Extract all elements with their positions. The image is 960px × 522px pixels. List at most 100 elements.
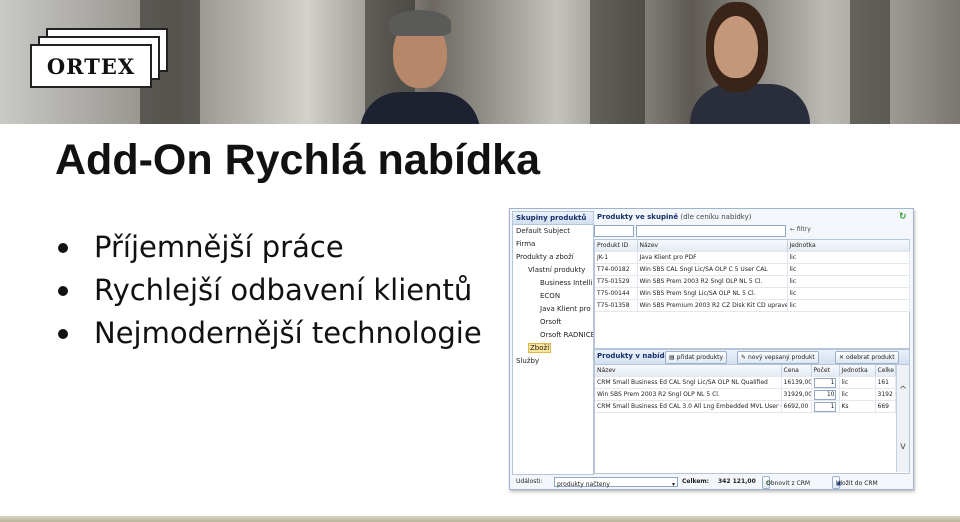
products-subtitle: (dle ceníku nabídky) — [680, 213, 752, 221]
cell: CRM Small Business Ed CAL Sngl Lic/SA OL… — [595, 376, 782, 389]
cell: lic — [839, 388, 876, 401]
refresh-icon[interactable]: ↻ — [899, 213, 908, 222]
status-bar: Události: produkty načteny ▾ Celkem: 342 … — [512, 475, 910, 489]
tree-item[interactable]: Produkty a zboží — [513, 251, 593, 264]
tree-item[interactable]: Firma — [513, 238, 593, 251]
cell: Ks — [839, 400, 876, 413]
bullet-dot-icon — [58, 285, 68, 296]
offer-header-row: Název Cena Počet Jednotka Celke — [595, 365, 896, 377]
offer-scrollbar[interactable]: ^ v — [896, 365, 909, 472]
column-header[interactable]: Název — [637, 240, 788, 252]
refresh-from-crm-button[interactable]: ↻ Obnovit z CRM — [762, 476, 810, 489]
table-row[interactable]: CRM Small Business Ed CAL 3.0 All Lng Em… — [595, 400, 896, 413]
product-groups-tree: Default Subject Firma Produkty a zboží V… — [513, 225, 593, 368]
cell: 6692,00 — [781, 400, 812, 413]
bullet-item: Rychlejší odbavení klientů — [58, 269, 482, 312]
button-label: odebrat produkt — [845, 354, 895, 361]
quantity-input[interactable]: 10 — [813, 389, 836, 400]
table-row[interactable]: Win SBS Prem 2003 R2 Sngl OLP NL 5 Cl. 31… — [595, 388, 896, 401]
product-name-filter-input[interactable] — [636, 225, 786, 237]
ortex-logo: ORTEX — [30, 28, 170, 88]
tree-item-label: Zboží — [528, 343, 552, 353]
products-area: Produkty ve skupině (dle ceníku nabídky)… — [594, 211, 910, 474]
product-groups-panel: Skupiny produktů Default Subject Firma P… — [512, 211, 594, 475]
product-id-filter-input[interactable] — [594, 225, 634, 237]
table-row[interactable]: CRM Small Business Ed CAL Sngl Lic/SA OL… — [595, 376, 896, 389]
cell: Win SBS Prem Sngl Lic/SA OLP NL 5 Cl. — [637, 287, 788, 300]
offer-grid: Název Cena Počet Jednotka Celke CRM Smal… — [595, 365, 896, 413]
offer-products-panel: Produkty v nabídce ▤ přidat produkty ✎ n… — [594, 349, 910, 474]
tree-item[interactable]: Služby — [513, 355, 593, 368]
chevron-down-icon: ▾ — [671, 481, 675, 488]
cell: 669 — [875, 400, 896, 413]
tree-item[interactable]: Orsoft RADNICE — [513, 329, 593, 342]
column-header[interactable]: Jednotka — [787, 240, 910, 252]
cell: lic — [787, 299, 910, 312]
column-header[interactable]: Cena — [781, 365, 812, 377]
header-banner-photo: ORTEX — [0, 0, 960, 124]
column-header[interactable]: Celke — [875, 365, 896, 377]
products-grid: Produkt ID Název Jednotka JK-1 Java Klien… — [594, 239, 910, 349]
cell: T75-01358 — [595, 299, 638, 312]
button-label: Obnovit z CRM — [766, 480, 811, 487]
cell: 3192 — [875, 388, 896, 401]
quantity-input[interactable]: 1 — [813, 401, 836, 412]
logo-text: ORTEX — [30, 44, 152, 88]
quantity-input[interactable]: 1 — [813, 377, 836, 388]
products-header: Produkty ve skupině (dle ceníku nabídky) — [594, 211, 910, 223]
tree-item[interactable]: Business Intelli — [513, 277, 593, 290]
close-icon: ✕ — [839, 354, 846, 361]
add-icon: ▤ — [669, 354, 677, 361]
scroll-down-icon[interactable]: v — [898, 441, 908, 452]
slide-title: Add-On Rychlá nabídka — [55, 136, 541, 184]
table-row[interactable]: JK-1 Java Klient pro PDF lic — [595, 251, 910, 264]
cell: lic — [787, 263, 910, 276]
cell: 161 — [875, 376, 896, 389]
tree-item[interactable]: Orsoft — [513, 316, 593, 329]
scroll-up-icon[interactable]: ^ — [898, 385, 908, 396]
cell: 1 — [811, 376, 840, 389]
events-select[interactable]: produkty načteny ▾ — [554, 477, 678, 488]
table-row[interactable]: T75-01358 Win SBS Premium 2003 R2 CZ Disk… — [595, 299, 910, 312]
bullet-list: Příjemnější práce Rychlejší odbavení kli… — [58, 226, 482, 355]
offer-toolbar: Produkty v nabídce ▤ přidat produkty ✎ n… — [595, 350, 909, 365]
table-row[interactable]: T75-01529 Win SBS Prem 2003 R2 Sngl OLP N… — [595, 275, 910, 288]
bullet-text: Příjemnější práce — [94, 230, 344, 264]
add-products-button[interactable]: ▤ přidat produkty — [665, 351, 728, 364]
background-column — [590, 0, 645, 124]
cell: 10 — [811, 388, 840, 401]
tree-item[interactable]: Vlastní produkty — [513, 264, 593, 277]
save-to-crm-button[interactable]: ▣ Uložit do CRM — [832, 476, 878, 489]
remove-product-button[interactable]: ✕ odebrat produkt — [835, 351, 899, 364]
cell: CRM Small Business Ed CAL 3.0 All Lng Em… — [595, 400, 782, 413]
tree-item-selected[interactable]: Zboží — [513, 342, 593, 355]
cell: T75-00144 — [595, 287, 638, 300]
quick-offer-app-window: Skupiny produktů Default Subject Firma P… — [509, 208, 914, 490]
column-header[interactable]: Počet — [811, 365, 840, 377]
products-title: Produkty ve skupině — [597, 213, 679, 221]
offer-title: Produkty v nabídce — [597, 352, 674, 360]
table-row[interactable]: T74-00182 Win SBS CAL Sngl Lic/SA OLP C 5… — [595, 263, 910, 276]
cell: Win SBS Prem 2003 R2 Sngl OLP NL 5 Cl. — [637, 275, 788, 288]
background-column — [850, 0, 890, 124]
total-value: 342 121,00 — [718, 478, 756, 485]
button-label: nový vepsaný produkt — [747, 354, 815, 361]
cell: T75-01529 — [595, 275, 638, 288]
button-label: Uložit do CRM — [836, 480, 878, 487]
cell: 1 — [811, 400, 840, 413]
new-custom-product-button[interactable]: ✎ nový vepsaný produkt — [737, 351, 819, 364]
tree-item[interactable]: Java Klient pro — [513, 303, 593, 316]
filters-link[interactable]: ← filtry — [790, 226, 811, 233]
cell: JK-1 — [595, 251, 638, 264]
cell: lic — [787, 275, 910, 288]
tree-item[interactable]: Default Subject — [513, 225, 593, 238]
button-label: přidat produkty — [676, 354, 724, 361]
edit-icon: ✎ — [741, 354, 748, 361]
column-header[interactable]: Produkt ID — [595, 240, 638, 252]
column-header[interactable]: Jednotka — [839, 365, 876, 377]
tree-item[interactable]: ECON — [513, 290, 593, 303]
column-header[interactable]: Název — [595, 365, 782, 377]
table-row[interactable]: T75-00144 Win SBS Prem Sngl Lic/SA OLP NL… — [595, 287, 910, 300]
total-label: Celkem: — [682, 478, 710, 485]
bullet-text: Rychlejší odbavení klientů — [94, 273, 473, 307]
